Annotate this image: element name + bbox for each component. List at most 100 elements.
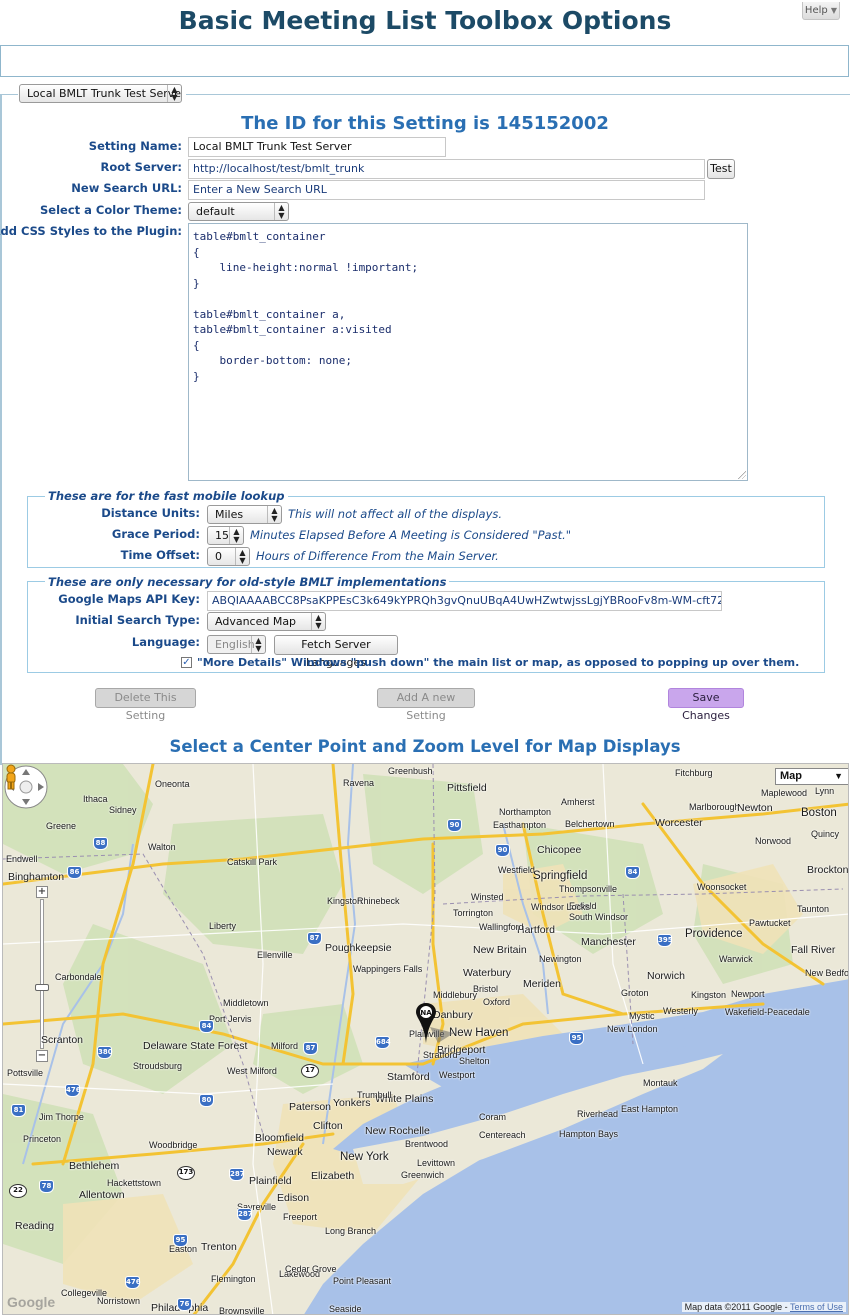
place-label: Endwell [6,854,38,864]
place-label: Newark [267,1146,303,1158]
place-label: Maplewood [761,788,808,798]
place-label: Winsted [471,892,504,902]
place-label: Milford [271,1041,299,1051]
map-type-select[interactable]: Map ▼ [775,768,848,785]
place-label: Ithaca [83,794,108,804]
place-label: Seaside [329,1304,362,1314]
updown-arrow-icon: ▲ ▼ [229,527,243,544]
root-server-input[interactable]: http://localhost/test/bmlt_trunk [188,159,705,179]
interstate-shield-icon: 90 [495,844,510,857]
updown-arrow-icon: ▲ ▼ [251,636,265,653]
new-search-url-input[interactable]: Enter a New Search URL [188,180,705,200]
marker-label: NA [420,1009,432,1017]
interstate-shield-icon: 81 [11,1104,26,1117]
time-offset-select[interactable]: 0 ▲ ▼ [207,547,250,566]
setting-select-value: Local BMLT Trunk Test Server [27,87,182,100]
initial-search-value: Advanced Map [215,615,297,628]
place-label: New Britain [473,944,527,956]
distance-units-label: Distance Units: [101,506,200,520]
push-down-label: "More Details" Windows "push down" the m… [197,656,800,669]
place-label: Belchertown [565,819,615,829]
route-shield-icon: 22 [9,1184,27,1198]
place-label: Wallingford [479,922,524,932]
test-button[interactable]: Test [707,159,735,179]
place-label: Rhinebeck [357,896,400,906]
place-label: Poughkeepsie [325,942,392,954]
place-label: Thompsonville [559,884,618,894]
place-label: Norwich [647,970,685,982]
route-shield-icon: 17 [301,1064,319,1078]
place-label: Lynn [815,786,835,796]
place-label: Northampton [499,807,552,817]
help-label: Help [804,5,828,16]
place-label: Plainfield [249,1175,292,1187]
place-label: South Windsor [569,912,629,922]
distance-units-value: Miles [215,508,244,521]
terms-of-use-link[interactable]: Terms of Use [790,1302,843,1312]
css-styles-textarea[interactable]: table#bmlt_container { line-height:norma… [188,223,748,481]
place-label: Trenton [201,1241,237,1253]
add-setting-button[interactable]: Add A new Setting [377,688,475,722]
time-offset-label: Time Offset: [120,548,200,562]
place-label: Allentown [79,1189,125,1201]
place-label: Delaware State Forest [143,1040,248,1052]
fetch-languages-button[interactable]: Fetch Server Languages [274,635,398,669]
time-offset-value: 0 [215,550,222,563]
zoom-in-icon[interactable]: + [36,886,48,898]
place-label: Flemington [211,1274,256,1284]
push-down-checkbox[interactable]: ✓ [181,657,192,668]
color-theme-label: Select a Color Theme: [40,203,182,217]
place-label: Point Pleasant [333,1276,392,1286]
place-label: Easthampton [493,820,547,830]
place-label: Quincy [811,829,840,839]
place-label: Binghamton [8,871,65,883]
place-label: Newport [731,989,765,999]
place-label: Long Branch [325,1226,377,1236]
place-label: Wappingers Falls [353,964,423,974]
save-changes-button[interactable]: Save Changes [668,688,744,722]
interstate-shield-icon: 80 [199,1094,214,1107]
language-select[interactable]: English ▲ ▼ [207,635,266,654]
place-label: Pottsville [7,1068,44,1078]
place-label: Catskill Park [227,857,278,867]
place-label: Woodbridge [149,1140,198,1150]
place-label: Fall River [791,944,836,956]
time-offset-hint: Hours of Difference From the Main Server… [256,549,499,563]
place-label: Oneonta [155,779,190,789]
help-button[interactable]: Help ▼ [802,2,840,20]
place-label: Mystic [629,1011,655,1021]
place-label: Cedar Grove [285,1264,337,1274]
delete-setting-button[interactable]: Delete This Setting [95,688,196,722]
place-label: Middletown [223,998,269,1008]
place-label: Westerly [663,1006,698,1016]
place-label: Riverhead [577,1109,619,1119]
place-label: Hampton Bays [559,1129,619,1139]
setting-name-input[interactable]: Local BMLT Trunk Test Server [188,137,446,157]
setting-select[interactable]: Local BMLT Trunk Test Server ▲ ▼ [19,84,182,103]
new-search-url-label: New Search URL: [71,181,182,195]
interstate-shield-icon: 78 [39,1180,54,1193]
place-label: Port Jervis [209,1014,252,1024]
root-server-label: Root Server: [100,160,182,174]
color-theme-select[interactable]: default ▲ ▼ [188,202,289,221]
map-marker-icon[interactable]: NA [416,1003,456,1043]
zoom-out-icon[interactable]: − [36,1050,48,1062]
place-label: New Bedford [805,968,849,978]
interstate-shield-icon: 87 [303,1042,318,1055]
setting-id-heading: The ID for this Setting is 145152002 [241,113,609,134]
interstate-shield-icon: 86 [67,866,82,879]
pegman-icon[interactable] [3,764,19,790]
interstate-shield-icon: 476 [65,1084,81,1097]
place-label: Ellenville [257,950,293,960]
resize-grip-icon[interactable] [738,471,746,479]
place-label: Wakefield-Peacedale [725,1007,810,1017]
initial-search-select[interactable]: Advanced Map ▲ ▼ [207,612,326,631]
place-label: Shelton [459,1056,490,1066]
grace-period-select[interactable]: 15 ▲ ▼ [207,526,244,545]
zoom-handle[interactable] [35,984,49,991]
api-key-input[interactable]: ABQIAAAABCC8PsaKPPEsC3k649kYPRQh3gvQnuUB… [207,591,722,611]
grace-period-hint: Minutes Elapsed Before A Meeting is Cons… [250,528,572,542]
language-value: English [215,638,255,651]
chevron-down-icon: ▼ [830,6,838,15]
distance-units-select[interactable]: Miles ▲ ▼ [207,505,282,524]
